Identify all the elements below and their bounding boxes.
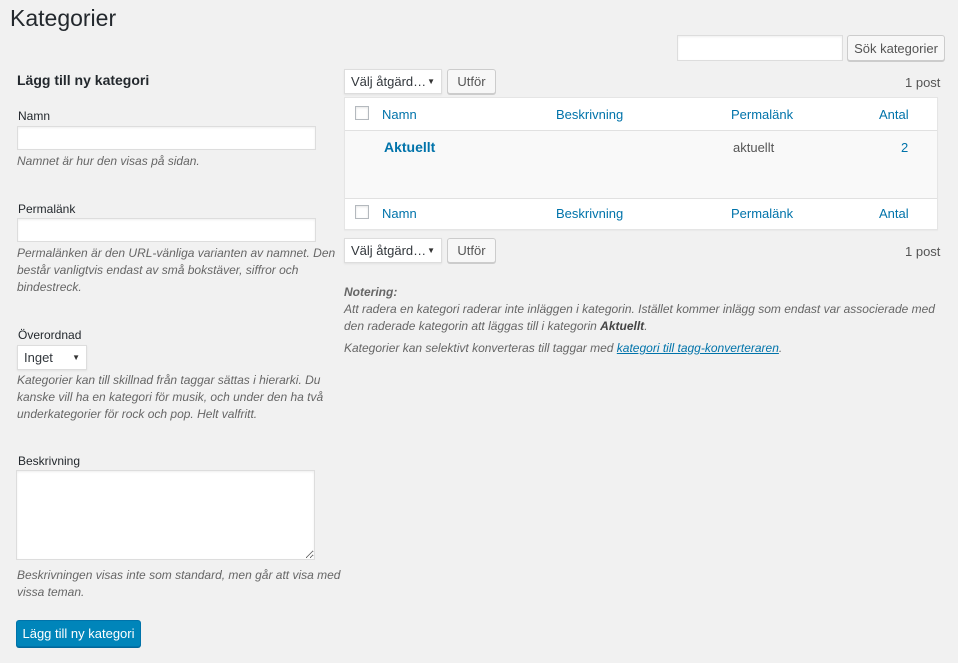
slug-description-line1: Permalänken är den URL-vänliga varianten…: [17, 246, 336, 260]
note-line2: den raderade kategorin att läggas till i…: [344, 318, 648, 335]
category-name-link[interactable]: Aktuellt: [384, 139, 435, 155]
chevron-down-icon: ▼: [72, 353, 80, 362]
chevron-down-icon: ▼: [427, 77, 435, 86]
parent-select-value: Inget: [24, 350, 53, 365]
category-slug: aktuellt: [733, 140, 775, 155]
category-count-link[interactable]: 2: [901, 140, 908, 155]
column-header-slug[interactable]: Permalänk: [731, 107, 793, 122]
select-all-checkbox-bottom[interactable]: [355, 205, 369, 219]
bulk-action-select-bottom[interactable]: Välj åtgärd… ▼: [344, 238, 442, 263]
slug-description-line3: bindestreck.: [17, 280, 82, 294]
footer-divider: [345, 198, 937, 199]
column-footer-count[interactable]: Antal: [879, 206, 909, 221]
item-count-bottom: 1 post: [905, 244, 941, 259]
description-help-line2: vissa teman.: [17, 585, 85, 599]
select-all-checkbox-top[interactable]: [355, 106, 369, 120]
tag-converter-link[interactable]: kategori till tagg-konverteraren: [617, 341, 779, 355]
note-line3-end: .: [778, 341, 783, 355]
note-line2-end: .: [644, 319, 648, 333]
chevron-down-icon: ▼: [427, 246, 435, 255]
name-label: Namn: [18, 109, 51, 123]
apply-button-bottom[interactable]: Utför: [447, 238, 496, 263]
parent-description-line1: Kategorier kan till skillnad från taggar…: [17, 373, 321, 387]
description-label: Beskrivning: [18, 454, 81, 468]
search-categories-button[interactable]: Sök kategorier: [847, 35, 945, 61]
parent-description-line2: kanske vill ha en kategori för musik, oc…: [17, 390, 324, 404]
apply-button-top[interactable]: Utför: [447, 69, 496, 94]
parent-label: Överordnad: [18, 328, 82, 342]
column-header-description[interactable]: Beskrivning: [556, 107, 623, 122]
bulk-action-select-bottom-value: Välj åtgärd…: [351, 243, 427, 258]
add-category-button[interactable]: Lägg till ny kategori: [16, 620, 141, 647]
slug-description-line2: består vanligtvis endast av små bokstäve…: [17, 263, 299, 277]
column-footer-slug[interactable]: Permalänk: [731, 206, 793, 221]
note-line2-text: den raderade kategorin att läggas till i…: [344, 319, 601, 333]
description-help-line1: Beskrivningen visas inte som standard, m…: [17, 568, 341, 582]
slug-input[interactable]: [17, 218, 316, 242]
bulk-action-select-top[interactable]: Välj åtgärd… ▼: [344, 69, 442, 94]
note-line3-text: Kategorier kan selektivt konverteras til…: [344, 341, 617, 355]
note-line1: Att radera en kategori raderar inte inlä…: [344, 302, 935, 316]
note-line3: Kategorier kan selektivt konverteras til…: [344, 340, 782, 357]
parent-select[interactable]: Inget ▼: [17, 345, 87, 370]
column-footer-description[interactable]: Beskrivning: [556, 206, 623, 221]
item-count-top: 1 post: [905, 75, 941, 90]
name-description: Namnet är hur den visas på sidan.: [17, 154, 200, 168]
slug-label: Permalänk: [18, 202, 76, 216]
page-title: Kategorier: [10, 5, 117, 31]
bulk-action-select-top-value: Välj åtgärd…: [351, 74, 427, 89]
default-category-name: Aktuellt: [600, 319, 645, 333]
name-input[interactable]: [17, 126, 316, 150]
search-input[interactable]: [677, 35, 843, 61]
parent-description-line3: underkategorier för rock och pop. Helt v…: [17, 407, 258, 421]
column-header-name[interactable]: Namn: [382, 107, 417, 122]
add-category-heading: Lägg till ny kategori: [17, 72, 150, 88]
note-heading: Notering:: [344, 285, 398, 299]
categories-table: Namn Beskrivning Permalänk Antal Aktuell…: [344, 97, 938, 230]
column-header-count[interactable]: Antal: [879, 107, 909, 122]
table-row: Aktuellt aktuellt 2: [345, 131, 937, 198]
description-textarea[interactable]: [16, 470, 315, 560]
column-footer-name[interactable]: Namn: [382, 206, 417, 221]
